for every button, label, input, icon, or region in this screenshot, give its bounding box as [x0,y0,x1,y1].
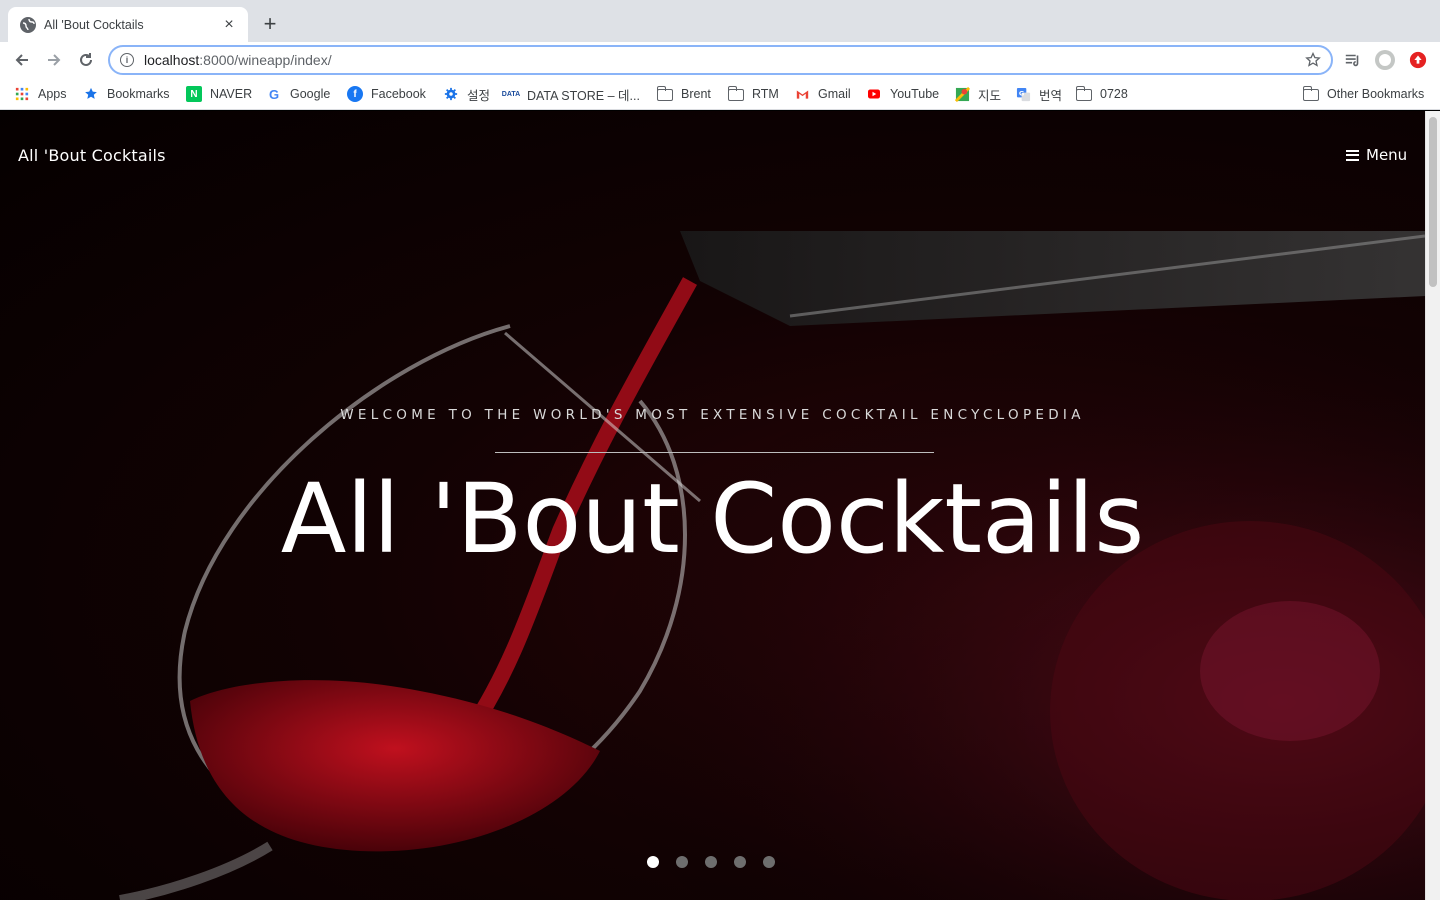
bookmark-label: Apps [38,87,67,101]
translate-icon: G [1015,86,1031,102]
close-tab-icon[interactable]: × [220,16,238,34]
reload-button[interactable] [74,48,98,72]
reload-icon [80,53,92,66]
forward-button[interactable] [42,48,66,72]
media-queue-icon[interactable] [1343,50,1363,70]
bookmark-other-bookmarks[interactable]: Other Bookmarks [1302,85,1425,103]
bookmark-data-store[interactable]: DATA DATA STORE – 데... [501,85,640,103]
menu-button[interactable]: Menu [1346,146,1407,164]
globe-icon [20,16,36,33]
bookmark-bookmarks[interactable]: Bookmarks [83,85,170,103]
hamburger-icon [1346,149,1359,161]
page-scrollbar[interactable] [1425,111,1440,900]
facebook-icon: f [347,86,363,102]
google-icon: G [268,86,280,102]
bookmark-youtube[interactable]: YouTube [866,85,939,103]
bookmark-translate[interactable]: G 번역 [1015,85,1062,103]
new-tab-button[interactable]: + [258,12,282,36]
carousel-dot-2[interactable] [676,856,688,868]
folder-icon [1302,86,1319,102]
bookmark-folder-rtm[interactable]: RTM [727,85,779,103]
browser-tab[interactable]: All 'Bout Cocktails × [8,7,248,42]
hero-subtitle: WELCOME TO THE WORLD'S MOST EXTENSIVE CO… [340,407,1085,423]
bookmark-label: YouTube [890,87,940,101]
bookmark-naver[interactable]: N NAVER [186,85,252,103]
bookmark-folder-0728[interactable]: 0728 [1075,85,1128,103]
bookmark-label: 번역 [1039,88,1063,103]
folder-icon [1075,86,1092,102]
bookmark-facebook[interactable]: f Facebook [347,85,426,103]
bookmark-label: 지도 [978,88,1002,103]
tab-title: All 'Bout Cocktails [44,17,144,32]
bookmark-label: Other Bookmarks [1327,87,1425,101]
settings-gear-icon [443,86,459,102]
bookmark-label: Google [290,87,331,101]
bookmark-label: 설정 [467,88,491,103]
bookmark-label: NAVER [210,87,253,101]
browser-toolbar: i localhost:8000/wineapp/index/ [0,42,1440,78]
bookmark-label: DATA STORE – 데... [527,88,640,103]
bookmark-google[interactable]: G Google [266,85,330,103]
carousel-dots [647,856,792,868]
site-info-icon[interactable]: i [120,53,134,67]
data-store-icon: DATA [501,90,521,98]
folder-icon [727,86,744,102]
scrollbar-thumb[interactable] [1429,117,1437,287]
carousel-dot-5[interactable] [763,856,775,868]
back-button[interactable] [10,48,34,72]
bookmark-label: Gmail [818,87,851,101]
page-viewport: All 'Bout Cocktails Menu WELCOME TO THE … [0,111,1425,900]
bookmark-folder-brent[interactable]: Brent [656,85,711,103]
apps-grid-icon [14,86,30,102]
maps-icon [954,86,970,102]
menu-label: Menu [1366,146,1408,164]
bookmark-label: Facebook [371,87,426,101]
carousel-dot-4[interactable] [734,856,746,868]
bookmark-label: Brent [681,87,711,101]
bookmark-gmail[interactable]: Gmail [794,85,851,103]
star-icon [83,86,99,102]
arrow-right-icon [48,54,61,66]
bookmark-settings[interactable]: 설정 [443,85,490,103]
bookmark-label: Bookmarks [107,87,170,101]
bookmark-maps[interactable]: 지도 [954,85,1001,103]
carousel-dot-1[interactable] [647,856,659,868]
bookmark-label: 0728 [1100,87,1128,101]
bookmarks-bar: Apps Bookmarks N NAVER G Google f Facebo… [0,78,1440,110]
folder-icon [656,86,673,102]
bookmark-apps[interactable]: Apps [14,85,67,103]
carousel-dot-3[interactable] [705,856,717,868]
hero-title: All 'Bout Cocktails [280,463,1145,575]
extension-update-icon[interactable] [1408,50,1428,70]
address-bar[interactable]: i localhost:8000/wineapp/index/ [108,45,1333,75]
hero-divider [495,452,934,453]
tab-strip: All 'Bout Cocktails × + [0,0,1440,42]
site-logo[interactable]: All 'Bout Cocktails [18,146,166,165]
svg-text:G: G [1018,89,1023,97]
bookmark-star-icon[interactable] [1305,52,1321,68]
url-text: localhost:8000/wineapp/index/ [144,52,332,68]
naver-icon: N [186,86,202,102]
youtube-icon [866,86,882,102]
bookmark-label: RTM [752,87,779,101]
arrow-left-icon [15,54,28,66]
profile-avatar-icon[interactable] [1375,50,1395,70]
gmail-icon [794,86,810,102]
